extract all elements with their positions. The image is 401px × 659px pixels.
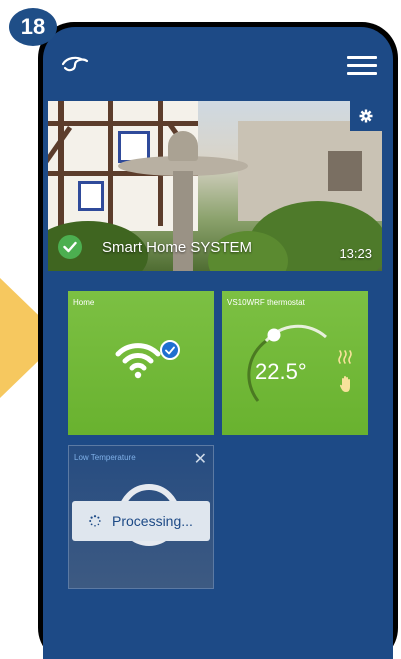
app-screen: Smart Home SYSTEM 13:23 Home VS10WRF the… xyxy=(43,27,393,659)
system-banner[interactable]: Smart Home SYSTEM 13:23 xyxy=(48,101,382,271)
processing-toast: Processing... xyxy=(72,501,210,541)
system-name: Smart Home SYSTEM xyxy=(102,238,253,256)
top-bar xyxy=(43,27,393,99)
processing-text: Processing... xyxy=(112,513,193,529)
heating-icon xyxy=(338,350,352,364)
spinner-icon xyxy=(89,515,101,527)
gear-icon[interactable] xyxy=(350,101,382,131)
hamburger-menu-icon[interactable] xyxy=(347,56,377,75)
clock-time: 13:23 xyxy=(339,246,372,261)
close-icon[interactable]: ✕ xyxy=(194,449,207,469)
system-title-row: Smart Home SYSTEM xyxy=(58,235,252,259)
phone-frame: Smart Home SYSTEM 13:23 Home VS10WRF the… xyxy=(38,22,398,659)
step-number-badge: 18 xyxy=(9,8,57,46)
wifi-icon xyxy=(115,343,161,379)
tile-thermostat[interactable]: VS10WRF thermostat 22.5° xyxy=(222,291,368,435)
thermostat-temperature: 22.5° xyxy=(255,359,307,384)
tile-home[interactable]: Home xyxy=(68,291,214,435)
check-badge-icon xyxy=(160,340,180,360)
tile-label-thermostat: VS10WRF thermostat xyxy=(227,298,305,307)
salus-logo-icon xyxy=(61,56,89,72)
tile-label-home: Home xyxy=(73,298,95,307)
check-circle-icon xyxy=(58,235,82,259)
manual-hand-icon xyxy=(339,376,350,392)
tile-label-low-temperature: Low Temperature xyxy=(74,453,136,462)
step-number: 18 xyxy=(20,14,46,39)
